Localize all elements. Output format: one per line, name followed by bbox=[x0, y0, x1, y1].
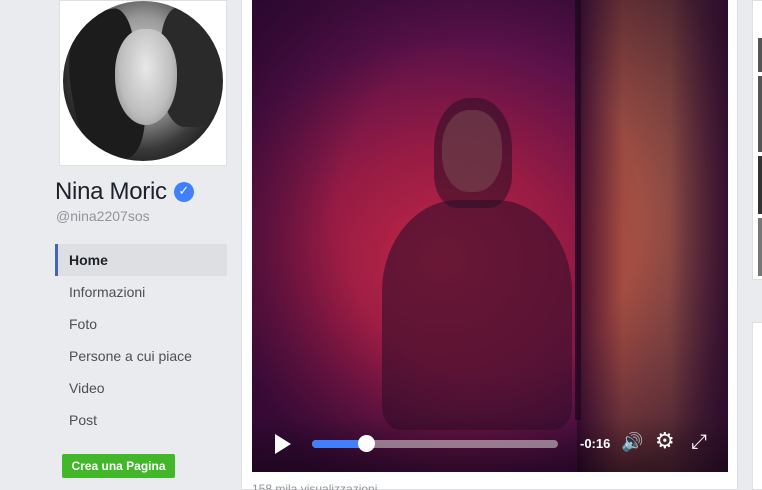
verified-badge-icon: ✓ bbox=[173, 182, 194, 202]
profile-photo[interactable] bbox=[63, 1, 223, 161]
page-username[interactable]: @nina2207sos bbox=[56, 208, 150, 224]
nav-item-post[interactable]: Post bbox=[55, 404, 227, 436]
profile-photo-face bbox=[115, 29, 177, 125]
page-name-text[interactable]: Nina Moric bbox=[55, 178, 167, 206]
video-controls: -0:16 🔊 ⚙ ⤢ bbox=[252, 416, 728, 472]
play-icon[interactable] bbox=[275, 434, 291, 454]
page-nav: Home Informazioni Foto Persone a cui pia… bbox=[55, 244, 227, 436]
right-thumbnail[interactable] bbox=[758, 38, 762, 72]
video-player[interactable]: -0:16 🔊 ⚙ ⤢ bbox=[252, 0, 728, 472]
right-thumbnail[interactable] bbox=[758, 76, 762, 152]
right-thumbnail[interactable] bbox=[758, 156, 762, 214]
progress-handle[interactable] bbox=[358, 435, 376, 452]
page-title[interactable]: Nina Moric ✓ bbox=[55, 178, 194, 206]
volume-icon[interactable]: 🔊 bbox=[621, 432, 643, 453]
time-remaining: -0:16 bbox=[580, 436, 611, 451]
nav-item-persone-a-cui-piace[interactable]: Persone a cui piace bbox=[55, 340, 227, 372]
progress-bar[interactable] bbox=[312, 435, 558, 452]
fullscreen-icon[interactable]: ⤢ bbox=[691, 429, 707, 453]
profile-photo-frame[interactable] bbox=[59, 0, 227, 166]
settings-icon[interactable]: ⚙ bbox=[655, 429, 675, 454]
video-vignette bbox=[252, 0, 728, 472]
nav-item-informazioni[interactable]: Informazioni bbox=[55, 276, 227, 308]
create-page-button[interactable]: Crea una Pagina bbox=[62, 454, 175, 478]
nav-item-home[interactable]: Home bbox=[55, 244, 227, 276]
nav-item-video[interactable]: Video bbox=[55, 372, 227, 404]
right-thumbnail[interactable] bbox=[758, 218, 762, 276]
right-column-card bbox=[752, 322, 762, 490]
nav-item-foto[interactable]: Foto bbox=[55, 308, 227, 340]
view-count: 158 mila visualizzazioni bbox=[252, 482, 378, 490]
